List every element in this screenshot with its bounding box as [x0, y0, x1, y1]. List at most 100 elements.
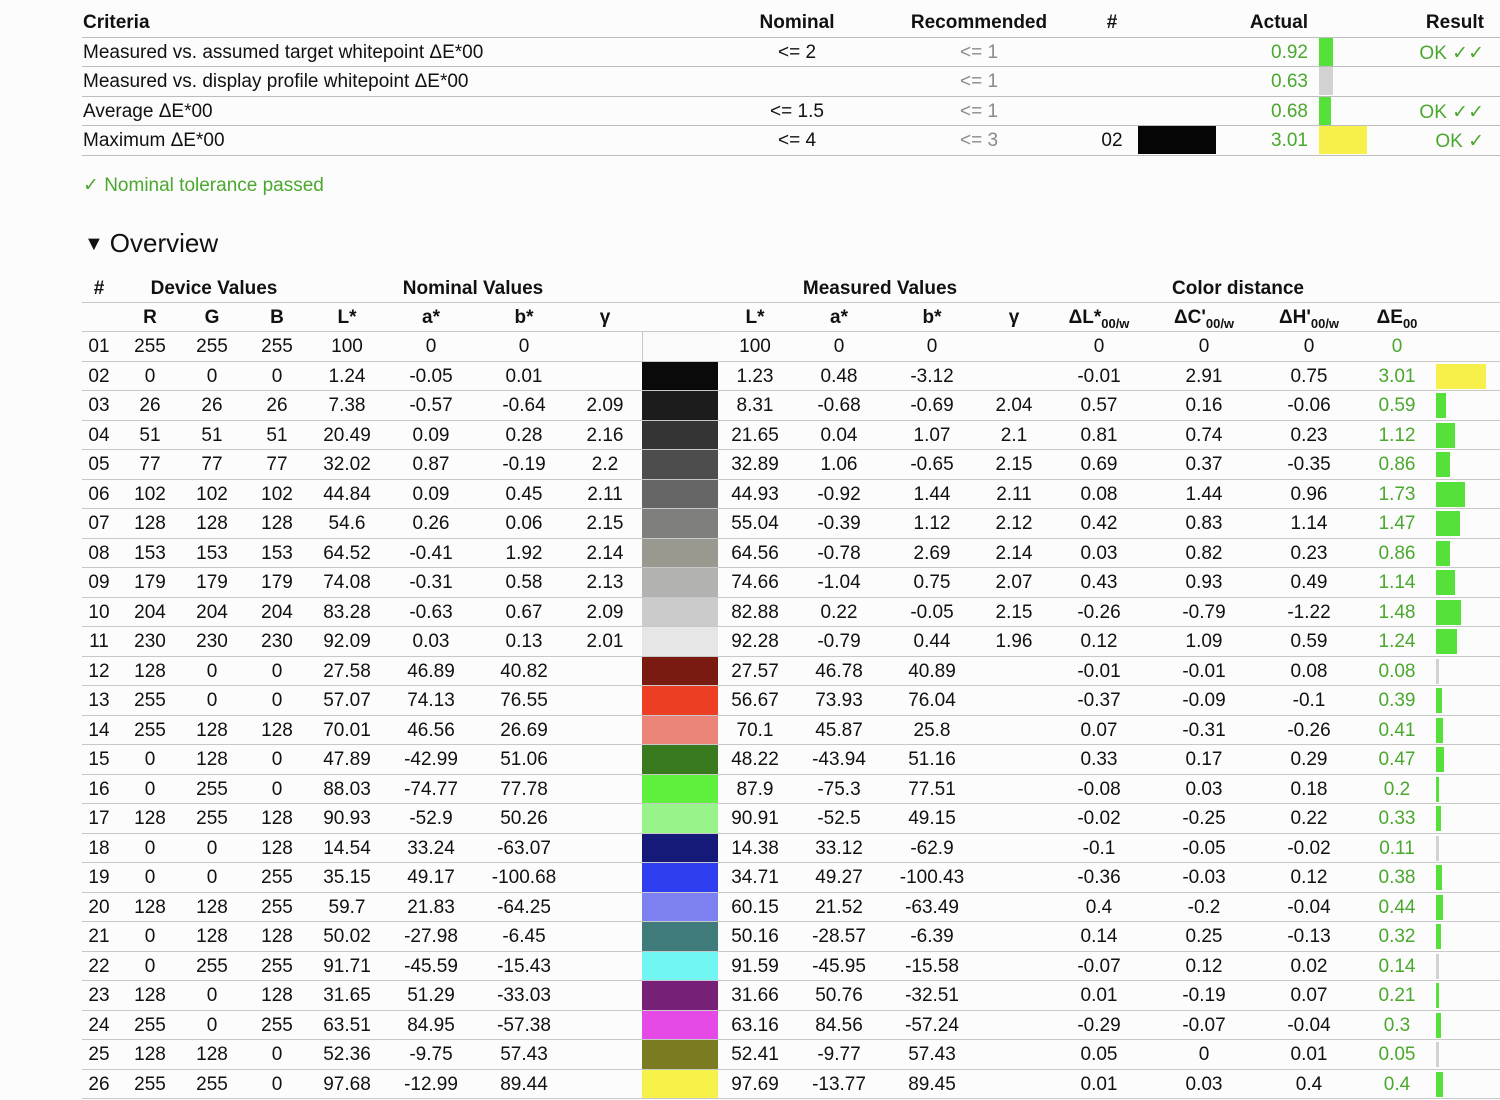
column-header-delta-e: ΔE00	[1366, 307, 1428, 331]
color-swatch	[642, 745, 718, 774]
color-swatch	[642, 922, 718, 951]
table-row: 08 153 153 153 64.52 -0.41 1.92 2.14 64.56 -0.78 2…	[82, 537, 1500, 567]
cell-delta-h: -0.13	[1287, 926, 1331, 947]
cell-b: 128	[261, 837, 293, 859]
cell-nominal-a: 0	[425, 336, 437, 357]
cell-nominal-l: 47.89	[323, 749, 371, 770]
delta-e-bar	[1436, 688, 1442, 713]
cell-num: 05	[88, 454, 110, 475]
cell-g: 128	[196, 926, 228, 947]
overview-group-header: # Device Values Nominal Values Measured …	[82, 274, 1500, 302]
cell-measured-a: -0.39	[817, 513, 861, 534]
criteria-actual: 0.68	[1271, 100, 1308, 122]
cell-nominal-b: 0.67	[505, 601, 543, 623]
cell-num: 15	[88, 749, 110, 770]
cell-nominal-b: -64.25	[497, 896, 551, 918]
cell-delta-c: -0.79	[1182, 601, 1226, 623]
cell-b: 255	[261, 1014, 293, 1036]
cell-measured-l: 27.57	[731, 660, 779, 682]
cell-delta-l: 0.07	[1080, 719, 1118, 741]
overview-toggle[interactable]: ▼ Overview	[84, 228, 218, 259]
cell-b: 230	[261, 631, 293, 652]
cell-num: 02	[88, 365, 110, 387]
cell-measured-l: 60.15	[731, 896, 779, 918]
cell-delta-c: -0.2	[1187, 896, 1221, 918]
cell-nominal-l: 88.03	[323, 778, 371, 800]
cell-measured-gamma: 2.11	[996, 483, 1032, 505]
cell-num: 20	[88, 896, 110, 918]
cell-r: 128	[134, 985, 166, 1006]
cell-nominal-l: 70.01	[323, 719, 371, 741]
cell-nominal-a: 0.03	[412, 631, 450, 652]
cell-measured-b: -62.9	[910, 837, 954, 859]
cell-measured-l: 87.9	[736, 778, 774, 800]
cell-delta-l: 0.69	[1080, 454, 1118, 475]
cell-delta-h: 0.07	[1290, 985, 1328, 1006]
criteria-color-swatch	[1138, 126, 1216, 154]
cell-delta-l: 0.57	[1080, 395, 1118, 416]
criteria-result: OK ✓✓	[1419, 42, 1484, 64]
cell-g: 255	[196, 955, 228, 977]
cell-delta-e: 1.73	[1378, 483, 1416, 505]
cell-measured-l: 14.38	[731, 837, 779, 859]
criteria-actual: 0.63	[1271, 71, 1308, 92]
color-swatch	[642, 361, 718, 390]
cell-nominal-l: 1.24	[328, 365, 366, 387]
cell-r: 26	[139, 395, 161, 416]
cell-delta-h: 0.96	[1290, 483, 1328, 505]
cell-measured-a: 33.12	[815, 837, 863, 859]
cell-nominal-a: 0.87	[412, 454, 450, 475]
criteria-row: Measured vs. assumed target whitepoint Δ…	[82, 36, 1500, 67]
cell-nominal-b: -15.43	[497, 955, 551, 977]
cell-g: 0	[206, 1014, 218, 1036]
group-nominal-values: Nominal Values	[402, 278, 544, 299]
cell-num: 12	[88, 660, 110, 682]
cell-nominal-b: -57.38	[497, 1014, 551, 1036]
table-row: 24 255 0 255 63.51 84.95 -57.38 63.16 84.56 -57.2…	[82, 1009, 1500, 1039]
cell-delta-l: -0.01	[1077, 365, 1121, 387]
cell-nominal-gamma: 2.15	[586, 513, 624, 534]
cell-measured-gamma: 2.07	[995, 572, 1033, 593]
column-header-delta-h: ΔH'00/w	[1268, 307, 1350, 331]
cell-measured-l: 8.31	[736, 395, 774, 416]
cell-b: 153	[261, 542, 293, 564]
cell-nominal-b: 0.01	[505, 365, 543, 387]
delta-e-bar	[1436, 747, 1444, 772]
table-row: 06 102 102 102 44.84 0.09 0.45 2.11 44.93 -0.92 1.…	[82, 478, 1500, 508]
color-swatch	[642, 981, 718, 1010]
cell-delta-h: -0.04	[1287, 1014, 1331, 1036]
cell-measured-b: 0.44	[913, 631, 951, 652]
cell-nominal-l: 57.07	[323, 690, 371, 711]
cell-r: 255	[134, 690, 166, 711]
cell-nominal-a: 46.89	[407, 660, 455, 682]
table-row: 01 255 255 255 100 0 0 100 0 0 0 0 0 0	[82, 331, 1500, 361]
cell-delta-e: 0.86	[1378, 454, 1416, 475]
cell-delta-c: -0.09	[1182, 690, 1226, 711]
delta-e-bar	[1436, 1042, 1439, 1067]
cell-delta-h: 0.75	[1290, 365, 1328, 387]
cell-delta-c: 0.37	[1185, 454, 1223, 475]
cell-measured-a: -52.5	[817, 808, 861, 829]
delta-e-bar	[1436, 835, 1439, 861]
cell-num: 16	[88, 778, 110, 800]
cell-b: 255	[261, 955, 293, 977]
cell-delta-h: 0.23	[1290, 542, 1328, 564]
group-measured-values: Measured Values	[802, 278, 958, 299]
cell-measured-a: -13.77	[812, 1073, 866, 1095]
cell-r: 77	[139, 454, 161, 475]
color-swatch	[642, 479, 718, 508]
cell-measured-a: -9.77	[817, 1044, 861, 1065]
cell-delta-l: -0.08	[1077, 778, 1121, 800]
delta-e-bar	[1436, 806, 1441, 831]
cell-r: 0	[144, 926, 156, 947]
cell-measured-gamma: 1.96	[995, 631, 1033, 652]
cell-nominal-b: -63.07	[497, 837, 551, 859]
cell-nominal-l: 14.54	[323, 837, 371, 859]
cell-delta-c: -0.19	[1182, 985, 1226, 1006]
cell-delta-h: 0.29	[1290, 749, 1328, 770]
cell-num: 09	[88, 572, 110, 593]
cell-num: 17	[88, 808, 110, 829]
cell-nominal-l: 63.51	[323, 1014, 371, 1036]
cell-b: 128	[261, 926, 293, 947]
cell-delta-e: 0.44	[1378, 896, 1416, 918]
